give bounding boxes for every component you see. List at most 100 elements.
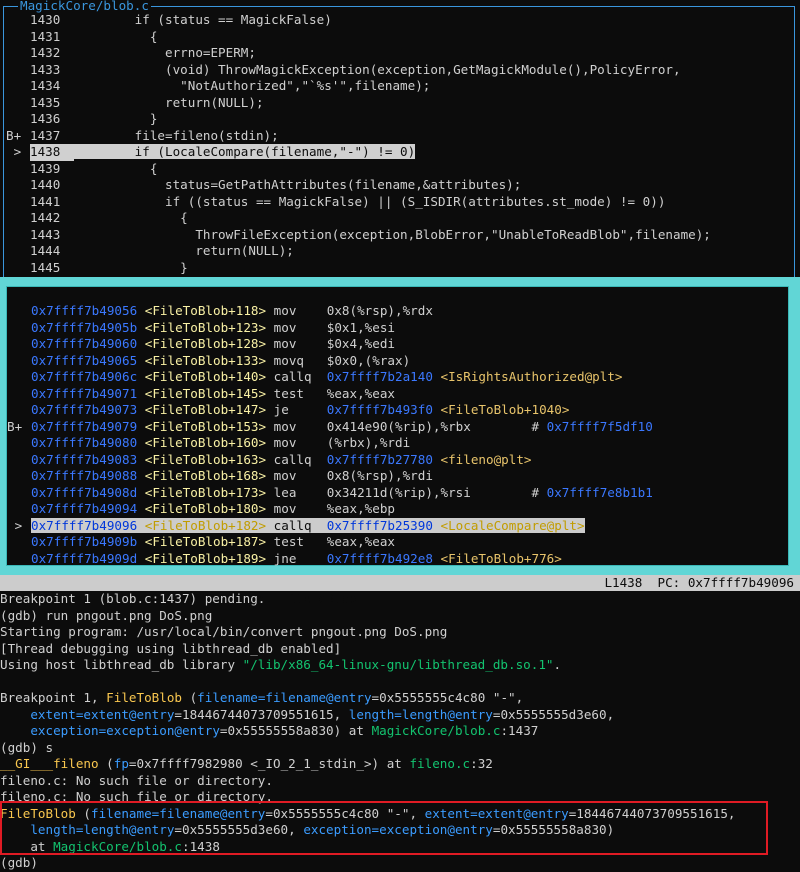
source-line[interactable]: 1433 (void) ThrowMagickException(excepti…: [6, 62, 792, 79]
console-line: fileno.c: No such file or directory.: [0, 789, 273, 804]
source-pane[interactable]: MagickCore/blob.c 1430 if (status == Mag…: [0, 0, 800, 278]
operands: [319, 518, 327, 533]
source-code: }: [74, 111, 158, 126]
file-path: fileno.c: [409, 756, 471, 771]
source-line[interactable]: 1444 return(NULL);: [6, 243, 792, 260]
operands: $0x4,%edi: [319, 336, 395, 351]
line-number: 1432: [30, 45, 61, 60]
source-line[interactable]: 1435 return(NULL);: [6, 95, 792, 112]
asm-line[interactable]: 0x7ffff7b4909d <FileToBlob+189> jne 0x7f…: [7, 551, 787, 568]
instruction-symbol: <FileToBlob+145>: [144, 385, 267, 401]
source-line[interactable]: 1436 }: [6, 111, 792, 128]
source-line[interactable]: 1445 }: [6, 260, 792, 277]
assembly-pane[interactable]: 0x7ffff7b49056 <FileToBlob+118> mov 0x8(…: [6, 286, 789, 566]
opcode: callq: [273, 517, 320, 533]
instruction-address: 0x7ffff7b4909b: [31, 534, 138, 549]
source-lines[interactable]: 1430 if (status == MagickFalse) 1431 {143…: [6, 12, 792, 276]
file-path: MagickCore/blob.c: [53, 838, 182, 854]
target-address: 0x7ffff7b2a140: [326, 369, 433, 384]
asm-line[interactable]: 0x7ffff7b49083 <FileToBlob+163> callq 0x…: [7, 452, 787, 469]
operands: [319, 551, 327, 566]
asm-line[interactable]: 0x7ffff7b49071 <FileToBlob+145> test %ea…: [7, 386, 787, 403]
asm-instruction: 0x7ffff7b4909b <FileToBlob+187> test %ea…: [31, 534, 395, 549]
assembly-lines[interactable]: 0x7ffff7b49056 <FileToBlob+118> mov 0x8(…: [7, 303, 787, 567]
console-line: Starting program: /usr/local/bin/convert…: [0, 624, 448, 639]
opcode: movq: [273, 352, 320, 368]
asm-line[interactable]: 0x7ffff7b49056 <FileToBlob+118> mov 0x8(…: [7, 303, 787, 320]
asm-instruction: 0x7ffff7b4905b <FileToBlob+123> mov $0x1…: [31, 320, 395, 335]
asm-line[interactable]: >0x7ffff7b49096 <FileToBlob+182> callq 0…: [7, 517, 787, 535]
asm-instruction: 0x7ffff7b49096 <FileToBlob+182> callq 0x…: [31, 517, 585, 533]
text: (: [75, 805, 91, 821]
source-line[interactable]: 1434 "NotAuthorized","`%s'",filename);: [6, 78, 792, 95]
source-code: {: [74, 160, 158, 176]
instruction-address: 0x7ffff7b49088: [31, 468, 138, 483]
breakpoint-marker[interactable]: B+: [6, 128, 30, 145]
instruction-address: 0x7ffff7b4909d: [31, 550, 138, 566]
source-line[interactable]: 1443 ThrowFileException(exception,BlobEr…: [6, 227, 792, 244]
breakpoint-marker[interactable]: B+: [7, 419, 31, 436]
console-line: (gdb) s: [0, 739, 54, 755]
opcode: test: [273, 534, 320, 549]
status-right: L1438 PC: 0x7ffff7b49096: [604, 575, 794, 590]
line-number: 1444: [30, 243, 61, 258]
instruction-address: 0x7ffff7b49073: [31, 402, 138, 417]
source-line[interactable]: 1432 errno=EPERM;: [6, 45, 792, 62]
line-number: :1438: [181, 838, 220, 854]
source-line[interactable]: 1442 {: [6, 210, 792, 227]
source-line[interactable]: 1441 if ((status == MagickFalse) || (S_I…: [6, 194, 792, 211]
line-number: :1437: [500, 723, 539, 738]
instruction-address: 0x7ffff7b4906c: [31, 369, 138, 384]
opcode: test: [273, 385, 320, 401]
asm-line[interactable]: 0x7ffff7b49094 <FileToBlob+180> mov %eax…: [7, 501, 787, 518]
instruction-address: 0x7ffff7b49094: [31, 501, 138, 516]
source-line[interactable]: 1431 {: [6, 29, 792, 46]
source-code: status=GetPathAttributes(filename,&attri…: [74, 177, 522, 192]
line-number: :32: [470, 756, 493, 771]
line-number: 1437: [30, 127, 61, 143]
file-path: MagickCore/blob.c: [371, 723, 501, 738]
instruction-symbol: <FileToBlob+118>: [144, 303, 267, 318]
arg-name: length=length@entry: [348, 706, 493, 722]
target-symbol: <FileToBlob+776>: [440, 550, 562, 566]
source-code: if (LocaleCompare(filename,"-") != 0): [74, 144, 416, 159]
asm-line[interactable]: 0x7ffff7b4905b <FileToBlob+123> mov $0x1…: [7, 320, 787, 337]
asm-line[interactable]: B+ 0x7ffff7b49079 <FileToBlob+153> mov 0x…: [7, 419, 787, 436]
instruction-address: 0x7ffff7b49079: [31, 418, 138, 434]
target-address: 0x7ffff7b493f0: [326, 402, 433, 417]
console-line: (gdb) run pngout.png DoS.png: [0, 607, 213, 623]
opcode: mov: [273, 501, 320, 516]
asm-line[interactable]: 0x7ffff7b4909b <FileToBlob+187> test %ea…: [7, 534, 787, 551]
asm-line[interactable]: 0x7ffff7b49088 <FileToBlob+168> mov 0x8(…: [7, 468, 787, 485]
console-line: fileno.c: No such file or directory.: [0, 772, 273, 788]
source-line[interactable]: 1440 status=GetPathAttributes(filename,&…: [6, 177, 792, 194]
line-number: 1435: [30, 94, 61, 110]
source-line[interactable]: >1438 if (LocaleCompare(filename,"-") !=…: [6, 144, 792, 161]
asm-instruction: 0x7ffff7b4909d <FileToBlob+189> jne 0x7f…: [31, 551, 562, 566]
asm-line[interactable]: 0x7ffff7b4906c <FileToBlob+140> callq 0x…: [7, 369, 787, 386]
source-line[interactable]: B+ 1437 file=fileno(stdin);: [6, 128, 792, 145]
asm-line[interactable]: 0x7ffff7b49060 <FileToBlob+128> mov $0x4…: [7, 336, 787, 353]
line-number: 1434: [30, 78, 61, 93]
asm-line[interactable]: 0x7ffff7b49080 <FileToBlob+160> mov (%rb…: [7, 435, 787, 452]
instruction-symbol: <FileToBlob+180>: [144, 501, 267, 516]
asm-line[interactable]: 0x7ffff7b4908d <FileToBlob+173> lea 0x34…: [7, 485, 787, 502]
asm-line[interactable]: 0x7ffff7b49073 <FileToBlob+147> je 0x7ff…: [7, 402, 787, 419]
instruction-symbol: <FileToBlob+128>: [144, 336, 267, 351]
breakpoint-marker[interactable]: >: [7, 518, 31, 535]
asm-instruction: 0x7ffff7b49071 <FileToBlob+145> test %ea…: [31, 386, 395, 401]
source-line[interactable]: 1439 {: [6, 161, 792, 178]
breakpoint-marker[interactable]: >: [6, 144, 30, 161]
asm-line[interactable]: 0x7ffff7b49065 <FileToBlob+133> movq $0x…: [7, 353, 787, 370]
source-code: if ((status == MagickFalse) || (S_ISDIR(…: [74, 193, 666, 209]
gdb-prompt[interactable]: (gdb): [0, 855, 800, 872]
console-line: Breakpoint 1, FileToBlob (filename=filen…: [0, 690, 800, 707]
source-line[interactable]: 1430 if (status == MagickFalse): [6, 12, 792, 29]
text: (: [98, 756, 114, 771]
arg-name: extent=extent@entry: [30, 706, 175, 722]
console-line: length=length@entry=0x5555555d3e60, exce…: [0, 822, 800, 839]
source-code: return(NULL);: [74, 94, 264, 110]
gdb-console[interactable]: Breakpoint 1 (blob.c:1437) pending. (gdb…: [0, 591, 800, 872]
source-code: return(NULL);: [74, 243, 294, 258]
instruction-symbol: <FileToBlob+187>: [144, 534, 267, 549]
